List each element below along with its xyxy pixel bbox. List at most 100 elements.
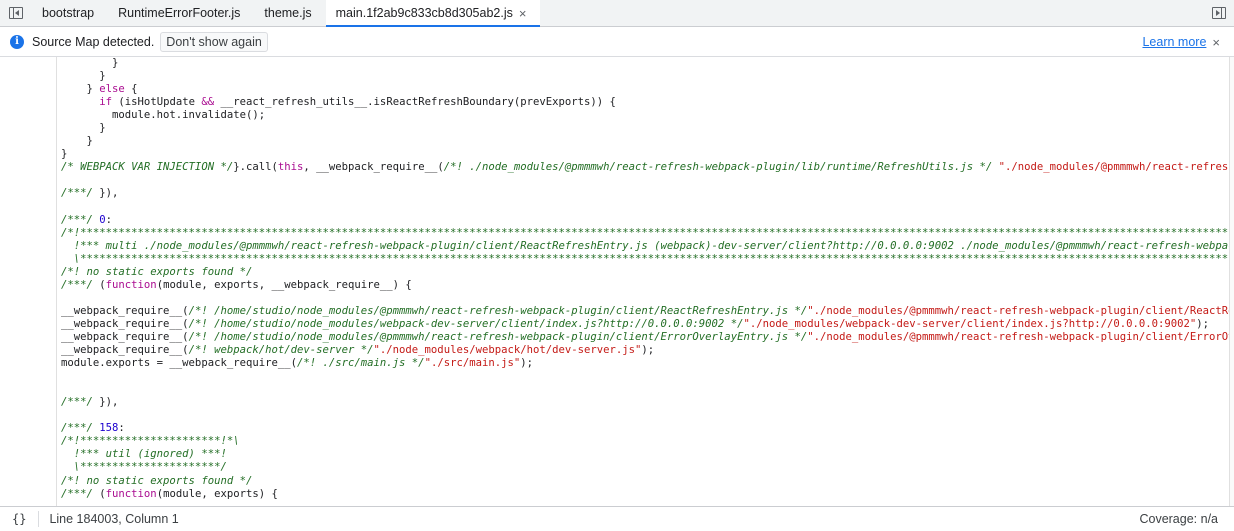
close-tab-icon[interactable]: × <box>519 6 527 21</box>
tab-bootstrap[interactable]: bootstrap <box>32 0 108 26</box>
code-line[interactable]: 184003__webpack_require__(/*! /home/stud… <box>57 305 1229 318</box>
editor-tab-strip: bootstrap RuntimeErrorFooter.js theme.js… <box>0 0 1234 27</box>
infobar-message: Source Map detected. <box>32 35 155 49</box>
code-line[interactable]: 184006__webpack_require__(/*! webpack/ho… <box>57 344 1229 357</box>
code-token: ); <box>1196 317 1210 330</box>
code-line[interactable]: 184007module.exports = __webpack_require… <box>57 357 1229 370</box>
code-token: }.call( <box>233 161 278 174</box>
code-token: /*! /home/studio/node_modules/@pmmmwh/re… <box>188 330 808 343</box>
code-token: else <box>99 83 125 96</box>
code-line[interactable]: 184012/***/ 158: <box>57 422 1229 435</box>
pretty-print-button[interactable]: {} <box>12 512 26 526</box>
code-line[interactable]: 184005__webpack_require__(/*! /home/stud… <box>57 331 1229 344</box>
code-token: } <box>61 70 106 83</box>
code-token: __webpack_require__( <box>61 317 189 330</box>
code-token: "./node_modules/webpack-dev-server/clien… <box>743 317 1197 330</box>
code-line[interactable]: 183995 <box>57 201 1229 214</box>
code-token: function <box>105 278 157 291</box>
code-line[interactable]: 183986 } else { <box>57 83 1229 96</box>
code-line[interactable]: 184001/***/ (function(module, exports, _… <box>57 279 1229 292</box>
code-token: /*! /home/studio/node_modules/@pmmmwh/re… <box>188 304 808 317</box>
code-line[interactable]: 184000/*! no static exports found */ <box>57 266 1229 279</box>
line-text: __webpack_require__(/*! webpack/hot/dev-… <box>57 344 654 357</box>
line-text: /*! no static exports found */ <box>57 266 252 279</box>
code-line[interactable]: 183988 module.hot.invalidate(); <box>57 109 1229 122</box>
code-line[interactable]: 183994/***/ }), <box>57 187 1229 200</box>
code-token: __webpack_require__( <box>61 304 189 317</box>
code-line[interactable]: 184015 \**********************/ <box>57 461 1229 474</box>
code-token: } <box>61 122 106 135</box>
code-line[interactable]: 183993 <box>57 174 1229 187</box>
line-text: __webpack_require__(/*! /home/studio/nod… <box>57 331 1229 344</box>
code-line[interactable]: 183996/***/ 0: <box>57 214 1229 227</box>
code-line[interactable]: 183987 if (isHotUpdate && __react_refres… <box>57 96 1229 109</box>
status-divider <box>38 511 40 527</box>
code-line[interactable]: 183992/* WEBPACK VAR INJECTION */}.call(… <box>57 161 1229 174</box>
tab-theme[interactable]: theme.js <box>254 0 325 26</box>
code-token: __webpack_require__( <box>61 330 189 343</box>
code-token: } <box>61 83 100 96</box>
code-line[interactable]: 183985 } <box>57 70 1229 83</box>
code-token: /***/ <box>61 278 93 291</box>
code-line[interactable]: 184008 <box>57 370 1229 383</box>
tab-runtime-error-footer[interactable]: RuntimeErrorFooter.js <box>108 0 254 26</box>
tab-main-bundle[interactable]: main.1f2ab9c833cb8d305ab2.js × <box>325 0 541 27</box>
code-editor[interactable]: 183984 }183985 }183986 } else {183987 if… <box>0 57 1234 506</box>
status-bar: {} Line 184003, Column 1 Coverage: n/a <box>0 506 1234 531</box>
code-token: : <box>118 422 125 435</box>
code-token: /* WEBPACK VAR INJECTION */ <box>61 161 234 174</box>
code-token: __webpack_require__( <box>61 344 189 357</box>
code-token: ( <box>92 278 106 291</box>
code-token: (module, exports, __webpack_require__) { <box>156 278 412 291</box>
code-token: \**********************/ <box>61 461 227 474</box>
code-line[interactable]: 184013/*!**********************!*\ <box>57 435 1229 448</box>
code-line[interactable]: 183991} <box>57 148 1229 161</box>
line-text: module.exports = __webpack_require__(/*!… <box>57 357 533 370</box>
toggle-navigator-button[interactable] <box>0 0 32 26</box>
line-text: if (isHotUpdate && __react_refresh_utils… <box>57 96 616 109</box>
vertical-scrollbar[interactable] <box>1229 57 1234 506</box>
code-token: \***************************************… <box>73 252 1229 265</box>
code-line[interactable]: 183999 \********************************… <box>57 253 1229 266</box>
code-content[interactable]: 183984 }183985 }183986 } else {183987 if… <box>57 57 1229 506</box>
code-token: : <box>105 213 113 226</box>
line-text: module.hot.invalidate(); <box>57 109 265 122</box>
code-token: /***/ <box>61 187 93 200</box>
line-text: /* WEBPACK VAR INJECTION */}.call(this, … <box>57 161 1229 174</box>
code-line[interactable]: 184010/***/ }), <box>57 396 1229 409</box>
source-map-infobar: i Source Map detected. Don't show again … <box>0 28 1234 57</box>
code-line[interactable]: 184002 <box>57 292 1229 305</box>
line-text <box>57 370 61 383</box>
line-text: } <box>57 135 93 148</box>
code-token: /*! no static exports found */ <box>61 265 253 278</box>
code-line[interactable]: 183989 } <box>57 122 1229 135</box>
code-token: /***/ <box>61 487 93 500</box>
code-line[interactable]: 184004__webpack_require__(/*! /home/stud… <box>57 318 1229 331</box>
code-token: if <box>99 96 113 109</box>
code-token: /*! no static exports found */ <box>61 474 253 487</box>
code-token: } <box>61 148 68 161</box>
learn-more-link[interactable]: Learn more <box>1142 35 1206 49</box>
line-text: } <box>57 57 118 70</box>
code-token: ( <box>92 487 106 500</box>
code-line[interactable]: 184009 <box>57 383 1229 396</box>
toggle-debugger-button[interactable] <box>1204 0 1234 26</box>
code-line[interactable]: 183998 !*** multi ./node_modules/@pmmmwh… <box>57 240 1229 253</box>
coverage-status: Coverage: n/a <box>1139 512 1218 526</box>
code-line[interactable]: 183984 } <box>57 57 1229 70</box>
dont-show-again-button[interactable]: Don't show again <box>160 32 268 52</box>
code-line[interactable]: 184017/***/ (function(module, exports) { <box>57 488 1229 501</box>
code-line[interactable]: 184014 !*** util (ignored) ***! <box>57 448 1229 461</box>
code-line[interactable]: 184016/*! no static exports found */ <box>57 475 1229 488</box>
code-line[interactable]: 183997/*!*******************************… <box>57 227 1229 240</box>
code-line[interactable]: 183990 } <box>57 135 1229 148</box>
code-token: "./src/main.js" <box>424 357 521 370</box>
code-line[interactable]: 184011 <box>57 409 1229 422</box>
code-token: /***/ <box>61 213 93 226</box>
close-infobar-icon[interactable]: × <box>1212 35 1220 50</box>
code-token: /*! ./src/main.js */ <box>297 357 425 370</box>
code-token: !*** util (ignored) ***! <box>61 448 227 461</box>
line-text: /***/ 0: <box>57 214 112 227</box>
code-token: /***/ <box>61 422 93 435</box>
code-token: ); <box>641 344 655 357</box>
